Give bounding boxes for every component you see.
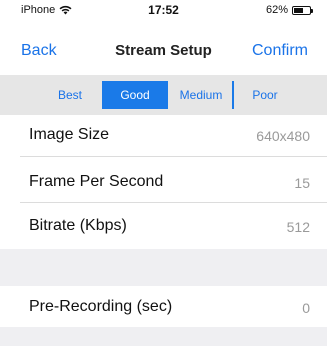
confirm-button[interactable]: Confirm: [252, 42, 308, 60]
segment-good[interactable]: Good: [102, 81, 168, 109]
navigation-bar: Back Stream Setup Confirm: [0, 20, 327, 64]
bitrate-row[interactable]: Bitrate (Kbps) 512: [0, 203, 327, 248]
section-gap: [0, 249, 327, 286]
pre-recording-row[interactable]: Pre-Recording (sec) 0: [0, 286, 327, 326]
pre-recording-value: 0: [302, 300, 310, 316]
image-size-label: Image Size: [29, 126, 110, 143]
image-size-value: 640x480: [256, 128, 310, 144]
battery-percent: 62%: [265, 4, 288, 16]
bottom-gap: [0, 327, 327, 346]
battery-icon: [292, 5, 313, 15]
segment-medium[interactable]: Medium: [170, 81, 232, 109]
battery-area: 62%: [265, 4, 313, 16]
stream-setup-screen: iPhone 17:52 62% Back Stream Setup Confi…: [0, 0, 327, 346]
back-button[interactable]: Back: [21, 42, 57, 60]
frame-per-second-row[interactable]: Frame Per Second 15: [0, 157, 327, 201]
battery-tip: [311, 8, 313, 13]
status-bar: iPhone 17:52 62%: [0, 0, 327, 20]
battery-fill: [294, 7, 303, 13]
fps-value: 15: [294, 175, 310, 191]
pre-recording-label: Pre-Recording (sec): [29, 298, 173, 315]
bitrate-label: Bitrate (Kbps): [29, 217, 127, 234]
segment-best[interactable]: Best: [44, 81, 96, 109]
quality-segmented-control: Best Good Medium Poor: [0, 75, 327, 115]
bitrate-value: 512: [286, 219, 310, 235]
fps-label: Frame Per Second: [29, 173, 164, 190]
segment-poor[interactable]: Poor: [236, 81, 294, 109]
image-size-row[interactable]: Image Size 640x480: [0, 115, 327, 155]
segment-divider: [232, 81, 234, 109]
